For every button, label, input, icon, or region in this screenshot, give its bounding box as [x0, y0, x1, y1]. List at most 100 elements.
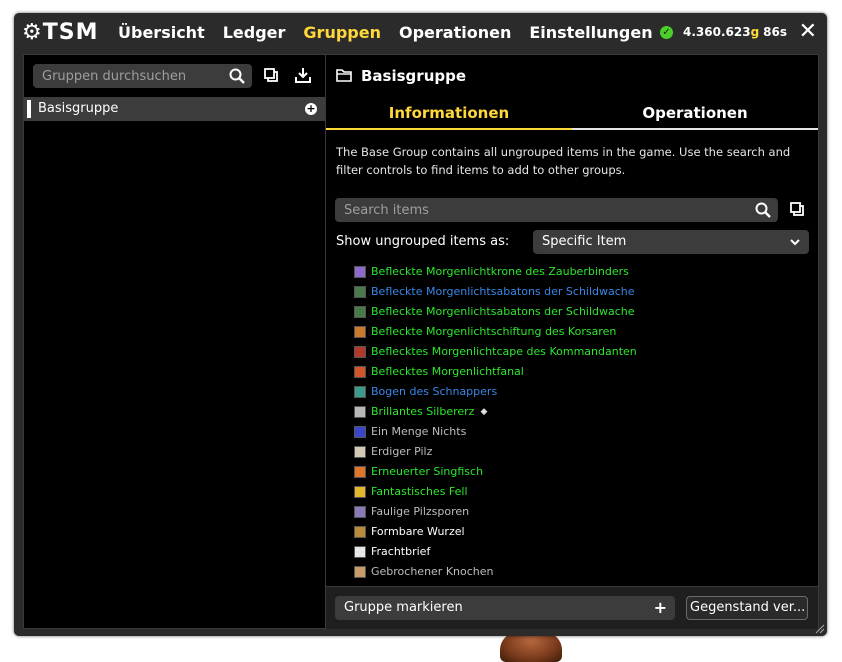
item-icon [354, 366, 366, 378]
groups-panel: Basisgruppe + [23, 54, 326, 629]
item-icon [354, 306, 366, 318]
item-icon [354, 266, 366, 278]
gold-amount: 4.360.623 [682, 25, 751, 39]
list-item[interactable]: Gebrochener Knochen [354, 562, 809, 582]
item-name: Beflecktes Morgenlichtcape des Kommandan… [371, 345, 637, 358]
item-icon [354, 546, 366, 558]
item-extra: ◆ [480, 407, 488, 417]
item-icon [354, 406, 366, 418]
show-items-label: Show ungrouped items as: [336, 234, 510, 249]
item-name: Befleckte Morgenlichtschiftung des Korsa… [371, 325, 617, 338]
plus-icon: + [653, 598, 667, 617]
move-item-label: Gegenstand ver... [690, 600, 806, 615]
item-name: Brillantes Silbererz [371, 405, 475, 418]
group-search [33, 64, 252, 88]
list-item[interactable]: Brillantes Silbererz ◆ [354, 402, 809, 422]
item-icon [354, 466, 366, 478]
copy-icon[interactable] [263, 67, 281, 85]
logo-text: TSM [42, 20, 99, 45]
item-name: Bogen des Schnappers [371, 385, 498, 398]
tab-operationen[interactable]: Operationen [572, 99, 818, 130]
search-icon[interactable] [228, 67, 246, 85]
tsm-logo: ⚙ TSM [22, 20, 98, 46]
nav-item-operationen[interactable]: Operationen [399, 22, 511, 44]
item-name: Fantastisches Fell [371, 485, 468, 498]
nav-item-uebersicht[interactable]: Übersicht [118, 22, 205, 44]
close-icon[interactable]: ✕ [799, 19, 817, 45]
list-item[interactable]: Bogen des Schnappers [354, 382, 809, 402]
list-item[interactable]: Frachtbrief [354, 542, 809, 562]
item-icon [354, 566, 366, 578]
detail-tabs: Informationen Operationen [326, 99, 818, 130]
item-name: Beflecktes Morgenlichtfanal [371, 365, 524, 378]
mark-group-button[interactable]: Gruppe markieren + [335, 596, 675, 620]
list-item[interactable]: Befleckte Morgenlichtschiftung des Korsa… [354, 322, 809, 342]
list-item[interactable]: Faulige Pilzsporen [354, 502, 809, 522]
item-name: Gebrochener Knochen [371, 565, 494, 578]
list-item[interactable]: Formbare Wurzel [354, 522, 809, 542]
folder-icon [336, 69, 352, 82]
group-row-basisgruppe[interactable]: Basisgruppe + [24, 97, 325, 121]
item-name: Befleckte Morgenlichtkrone des Zauberbin… [371, 265, 629, 278]
item-name: Erneuerter Singfisch [371, 465, 484, 478]
select-value: Specific Item [542, 234, 627, 249]
chevron-down-icon [790, 239, 800, 246]
item-name: Befleckte Morgenlichtsabatons der Schild… [371, 285, 635, 298]
nav-item-ledger[interactable]: Ledger [223, 22, 286, 44]
gold-unit: g [750, 25, 760, 39]
download-icon[interactable] [294, 66, 312, 84]
main-nav: Übersicht Ledger Gruppen Operationen Ein… [118, 22, 671, 44]
tsm-window: ⚙ TSM Übersicht Ledger Gruppen Operation… [14, 13, 827, 636]
item-icon [354, 446, 366, 458]
search-icon[interactable] [754, 201, 772, 219]
add-subgroup-icon[interactable]: + [305, 103, 317, 115]
latency: 86s [763, 25, 787, 39]
item-icon [354, 526, 366, 538]
selection-bar [27, 100, 31, 118]
list-item[interactable]: Beflecktes Morgenlichtcape des Kommandan… [354, 342, 809, 362]
item-name: Faulige Pilzsporen [371, 505, 470, 518]
list-item[interactable]: Befleckte Morgenlichtsabatons der Schild… [354, 282, 809, 302]
item-icon [354, 506, 366, 518]
list-item[interactable]: Befleckte Morgenlichtkrone des Zauberbin… [354, 262, 809, 282]
window-header: ⚙ TSM Übersicht Ledger Gruppen Operation… [14, 13, 827, 53]
nav-item-gruppen[interactable]: Gruppen [303, 22, 381, 44]
detail-footer: Gruppe markieren + Gegenstand ver... [326, 586, 818, 629]
item-icon [354, 486, 366, 498]
item-name: Befleckte Morgenlichtsabatons der Schild… [371, 305, 635, 318]
list-item[interactable]: Erdiger Pilz [354, 442, 809, 462]
list-item[interactable]: Befleckte Morgenlichtsabatons der Schild… [354, 302, 809, 322]
group-detail-panel: Basisgruppe Informationen Operationen Th… [325, 54, 819, 629]
item-list: Befleckte Morgenlichtkrone des Zauberbin… [354, 262, 809, 584]
move-item-button[interactable]: Gegenstand ver... [686, 596, 808, 620]
resize-handle-icon[interactable] [815, 624, 825, 634]
item-icon [354, 346, 366, 358]
gear-icon: ⚙ [22, 20, 42, 45]
list-item[interactable]: Beflecktes Morgenlichtfanal [354, 362, 809, 382]
background-character [500, 632, 562, 662]
item-search-input[interactable] [335, 198, 744, 222]
copy-icon[interactable] [789, 201, 807, 219]
group-search-input[interactable] [33, 64, 222, 88]
item-name: Erdiger Pilz [371, 445, 433, 458]
list-item[interactable]: Ein Menge Nichts [354, 422, 809, 442]
group-title: Basisgruppe [361, 67, 467, 85]
item-icon [354, 426, 366, 438]
item-icon [354, 286, 366, 298]
check-icon: ✓ [659, 25, 673, 39]
status-area: ✓ 4.360.623 g 86s [659, 25, 787, 39]
group-description: The Base Group contains all ungrouped it… [336, 145, 791, 177]
list-item[interactable]: Erneuerter Singfisch [354, 462, 809, 482]
item-icon [354, 386, 366, 398]
tab-informationen[interactable]: Informationen [326, 99, 572, 130]
group-label: Basisgruppe [38, 101, 119, 116]
item-name: Formbare Wurzel [371, 525, 465, 538]
group-detail-header: Basisgruppe [326, 55, 818, 95]
nav-item-einstellungen[interactable]: Einstellungen [529, 22, 652, 44]
item-display-select[interactable]: Specific Item [533, 230, 809, 254]
mark-group-label: Gruppe markieren [344, 600, 463, 615]
item-search [335, 198, 778, 222]
item-name: Ein Menge Nichts [371, 425, 467, 438]
list-item[interactable]: Fantastisches Fell [354, 482, 809, 502]
item-name: Frachtbrief [371, 545, 431, 558]
